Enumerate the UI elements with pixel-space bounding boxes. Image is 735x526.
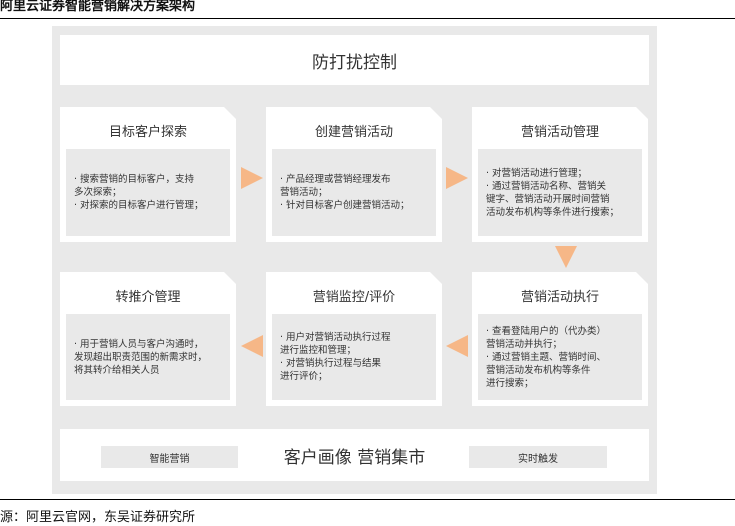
card-line: · 针对目标客户创建营销活动； — [280, 200, 410, 211]
top-rule — [0, 18, 735, 19]
card-line: 进行搜索； — [486, 377, 534, 389]
figure-title: 阿里云证券智能营销解决方案架构 — [0, 0, 196, 14]
card-referral-management: 转推介管理 · 用于营销人员与客户沟通时， 发现超出职责范围的新需求时， 将其转… — [60, 272, 236, 406]
card-body: · 用户对营销活动执行过程 进行监控和管理； · 对营销执行过程与结果 进行评价… — [272, 314, 436, 400]
customer-profile-banner: 客户画像 营销集市 智能营销 实时触发 — [60, 429, 649, 481]
anti-disturb-label: 防打扰控制 — [312, 52, 397, 73]
card-line: · 通过营销主题、营销时间、 — [486, 351, 607, 363]
card-target-customer-exploration: 目标客户探索 · 搜索营销的目标客户，支持 多次探索； · 对探索的目标客户进行… — [60, 107, 236, 242]
card-body: · 搜索营销的目标客户，支持 多次探索； · 对探索的目标客户进行管理； — [66, 149, 230, 236]
card-line: · 对营销活动进行管理； — [486, 167, 588, 179]
arrow-right-icon — [446, 167, 468, 189]
card-line: · 对营销执行过程与结果 — [280, 358, 382, 369]
card-line: · 产品经理或营销经理发布 — [280, 174, 391, 185]
bottom-rule — [0, 499, 735, 500]
card-create-campaign: 创建营销活动 · 产品经理或营销经理发布 营销活动； · 针对目标客户创建营销活… — [266, 107, 442, 242]
card-title: 转推介管理 — [115, 290, 181, 305]
card-title: 创建营销活动 — [314, 125, 393, 140]
card-title: 目标客户探索 — [108, 125, 187, 140]
card-line: 活动发布机构等条件进行搜索； — [486, 206, 620, 218]
card-title: 营销活动执行 — [520, 290, 599, 305]
arrow-left-icon — [241, 335, 263, 357]
card-line: 多次探索； — [74, 187, 122, 198]
card-line: 将其转介给相关人员 — [74, 364, 160, 376]
card-campaign-execution: 营销活动执行 · 查看登陆用户的（代办类） 营销活动并执行； · 通过营销主题、… — [472, 272, 648, 406]
realtime-trigger-pill: 实时触发 — [469, 446, 607, 468]
card-line: 发现超出职责范围的新需求时， — [74, 351, 208, 363]
card-line: · 用户对营销活动执行过程 — [280, 332, 391, 343]
card-line: · 通过营销活动名称、营销关 — [486, 180, 607, 192]
card-body: · 产品经理或营销经理发布 营销活动； · 针对目标客户创建营销活动； — [272, 149, 436, 236]
source-note: 源：阿里云官网，东吴证券研究所 — [0, 510, 196, 525]
card-body: · 用于营销人员与客户沟通时， 发现超出职责范围的新需求时， 将其转介给相关人员 — [66, 314, 230, 400]
arrow-right-icon — [241, 167, 263, 189]
card-line: · 对探索的目标客户进行管理； — [74, 200, 204, 211]
arrow-left-icon — [446, 335, 468, 357]
card-title: 营销监控/评价 — [312, 290, 396, 305]
card-line: 进行评价； — [280, 371, 328, 382]
card-body: · 查看登陆用户的（代办类） 营销活动并执行； · 通过营销主题、营销时间、 营… — [478, 314, 642, 400]
card-line: 营销活动并执行； — [486, 338, 563, 350]
smart-marketing-pill: 智能营销 — [101, 446, 238, 468]
card-line: · 用于营销人员与客户沟通时， — [74, 338, 204, 350]
card-monitoring-evaluation: 营销监控/评价 · 用户对营销活动执行过程 进行监控和管理； · 对营销执行过程… — [266, 272, 442, 406]
card-body: · 对营销活动进行管理； · 通过营销活动名称、营销关 键字、营销活动开展时间营… — [478, 149, 642, 236]
card-line: 营销活动； — [280, 187, 328, 198]
card-campaign-management: 营销活动管理 · 对营销活动进行管理； · 通过营销活动名称、营销关 键字、营销… — [472, 107, 648, 242]
card-line: 营销活动发布机构等条件 — [486, 364, 591, 376]
card-line: 进行监控和管理； — [280, 345, 357, 356]
card-line: · 查看登陆用户的（代办类） — [486, 325, 607, 337]
card-title: 营销活动管理 — [520, 125, 599, 140]
arrow-down-icon — [555, 246, 577, 268]
card-line: · 搜索营销的目标客户，支持 — [74, 174, 195, 185]
anti-disturb-banner: 防打扰控制 — [60, 35, 649, 85]
card-line: 键字、营销活动开展时间营销 — [486, 193, 610, 205]
